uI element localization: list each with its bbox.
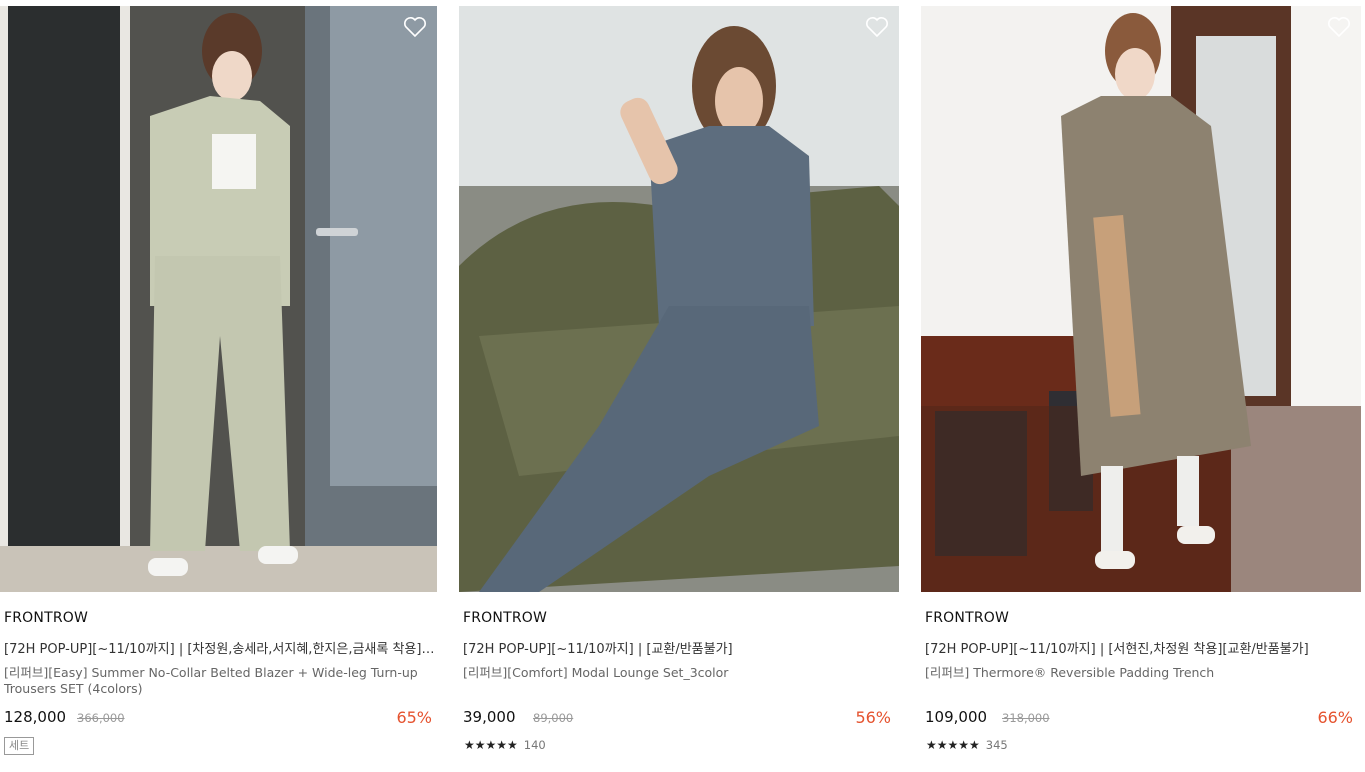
product-image[interactable] <box>459 6 899 592</box>
product-card[interactable]: FRONTROW [72H POP-UP][~11/10까지] | [교환/반품… <box>459 0 899 772</box>
product-name[interactable]: [리퍼브][Comfort] Modal Lounge Set_3color <box>463 665 893 681</box>
wishlist-heart-icon[interactable] <box>403 16 427 38</box>
promo-text[interactable]: [72H POP-UP][~11/10까지] | [서현진,차정원 착용][교환… <box>925 638 1357 657</box>
star-rating-icon: ★★★★★ <box>926 738 980 752</box>
wishlist-heart-icon[interactable] <box>1327 16 1351 38</box>
original-price: 366,000 <box>77 711 125 725</box>
sale-price: 39,000 <box>463 708 516 726</box>
review-count: 345 <box>985 738 1008 752</box>
brand-name[interactable]: FRONTROW <box>463 610 547 626</box>
original-price: 318,000 <box>1002 711 1050 725</box>
brand-name[interactable]: FRONTROW <box>925 610 1009 626</box>
sale-price: 128,000 <box>4 708 67 726</box>
promo-text[interactable]: [72H POP-UP][~11/10까지] | [차정원,송세라,서지혜,한지… <box>4 638 436 657</box>
product-card[interactable]: FRONTROW [72H POP-UP][~11/10까지] | [서현진,차… <box>921 0 1361 772</box>
rating: ★★★★★ 140 <box>464 738 546 752</box>
set-badge: 세트 <box>4 737 35 755</box>
product-image[interactable] <box>921 6 1361 592</box>
review-count: 140 <box>523 738 546 752</box>
discount-rate: 65% <box>396 708 432 727</box>
product-card[interactable]: FRONTROW [72H POP-UP][~11/10까지] | [차정원,송… <box>0 0 440 772</box>
wishlist-heart-icon[interactable] <box>865 16 889 38</box>
original-price: 89,000 <box>533 711 574 725</box>
star-rating-icon: ★★★★★ <box>464 738 518 752</box>
product-name[interactable]: [리퍼브][Easy] Summer No-Collar Belted Blaz… <box>4 665 434 697</box>
promo-text[interactable]: [72H POP-UP][~11/10까지] | [교환/반품불가] <box>463 638 895 657</box>
rating: ★★★★★ 345 <box>926 738 1008 752</box>
product-image[interactable] <box>0 6 437 592</box>
product-name[interactable]: [리퍼브] Thermore® Reversible Padding Trenc… <box>925 665 1355 681</box>
discount-rate: 66% <box>1317 708 1353 727</box>
sale-price: 109,000 <box>925 708 988 726</box>
brand-name[interactable]: FRONTROW <box>4 610 88 626</box>
discount-rate: 56% <box>855 708 891 727</box>
